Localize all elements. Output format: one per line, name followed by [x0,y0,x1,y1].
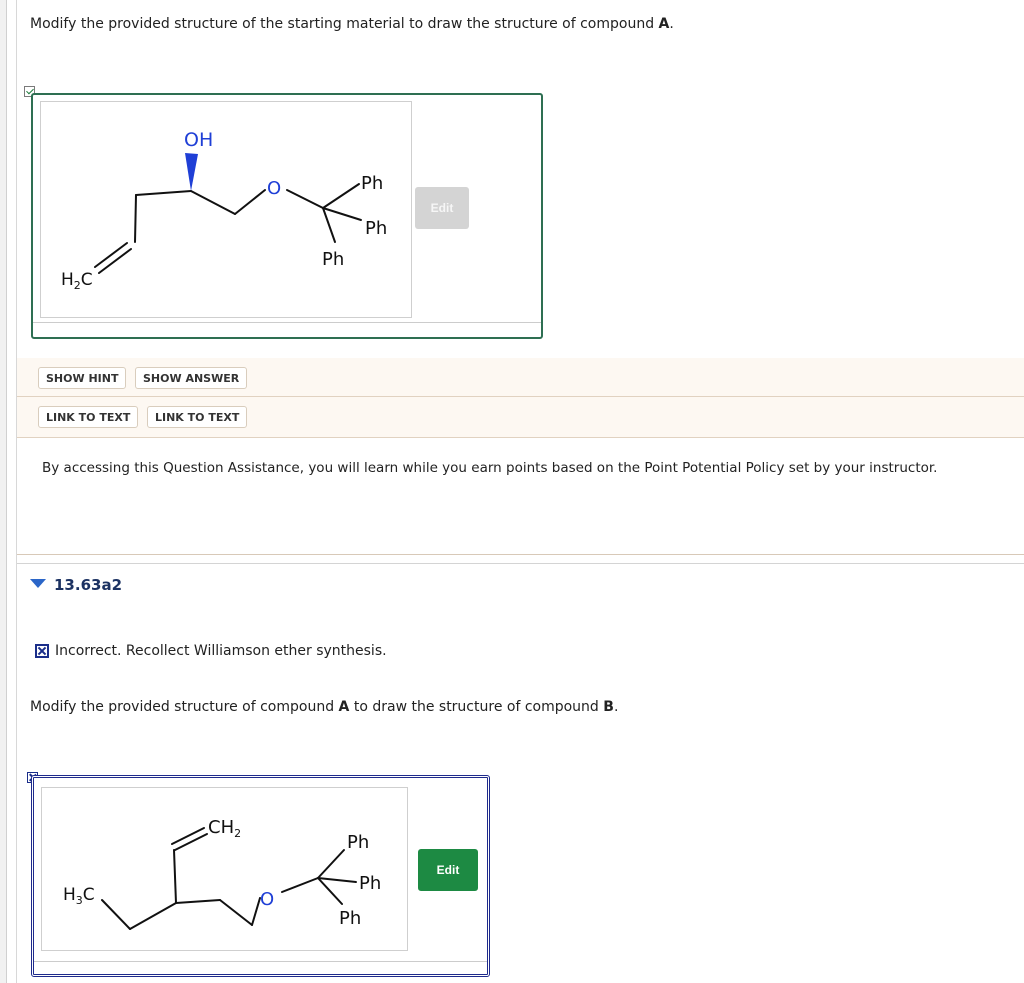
incorrect-x-icon [35,644,49,658]
question2-prompt-mid: to draw the structure of compound [349,699,604,715]
question2-prompt: Modify the provided structure of compoun… [30,699,618,715]
page-left-rail [0,0,7,983]
show-hint-button[interactable]: SHOW HINT [38,367,127,389]
compound-a-label: A [658,16,670,32]
oxygen-label: O [260,889,274,910]
bond-o-c [281,877,319,893]
question1-prompt-end: . [669,16,674,32]
collapse-triangle-icon[interactable] [30,579,46,588]
bond-vinyl-1 [174,833,208,851]
question1-prompt-text: Modify the provided structure of the sta… [30,16,659,32]
bond-c5-o [234,189,266,215]
bond-c4-c5 [190,190,236,215]
question2-prompt-end: . [613,699,619,715]
edit-button-disabled[interactable]: Edit [415,187,469,229]
stereo-wedge [185,153,198,191]
ph-right-label: Ph [365,218,387,239]
feedback-message: Incorrect. Recollect Williamson ether sy… [35,643,387,659]
bond-c-ch2b [175,899,221,904]
show-answer-button[interactable]: SHOW ANSWER [135,367,248,389]
bond-vinyl-c [173,849,177,904]
ph-right-label: Ph [359,873,381,894]
bond-vinyl-2 [171,827,205,845]
answer1-frame-divider [33,322,541,323]
edit-button[interactable]: Edit [418,849,478,891]
bond-c3-c4 [135,190,192,196]
bond-c-ph-right [322,207,362,221]
h3c-label: H3C [63,885,95,907]
link-to-text-button-1[interactable]: LINK TO TEXT [38,406,139,428]
compound-b-label: B [603,699,614,715]
molecule1-structure: OH O Ph Ph Ph H2C [61,129,387,292]
bond-ch2-ch3 [101,899,131,930]
question2-prompt-text: Modify the provided structure of compoun… [30,699,339,715]
assistance-policy-text: By accessing this Question Assistance, y… [42,460,938,476]
ph-top-label: Ph [347,832,369,853]
bond-c-ph-right [317,877,357,883]
bond-c-ph-top [322,183,360,209]
ph-bottom-label: Ph [322,249,344,270]
bond-c-o [251,897,261,926]
section-title: 13.63a2 [54,576,123,594]
feedback-text: Incorrect. Recollect Williamson ether sy… [55,643,387,659]
bond-c-ch2 [129,902,177,930]
ph-bottom-label: Ph [339,908,361,929]
oh-label: OH [184,129,213,151]
question1-prompt: Modify the provided structure of the sta… [30,16,674,32]
answer2-frame-divider [34,961,487,962]
bond-ch2-c [219,899,253,926]
molecule2-canvas[interactable]: CH2 H3C O Ph Ph Ph [41,787,408,951]
bond-c-ph-bottom [322,207,336,243]
bond-c-ph-top [317,849,345,879]
compound-a-ref: A [338,699,350,715]
ch2-label: CH2 [208,817,241,840]
section-divider [17,563,1024,564]
molecule2-structure: CH2 H3C O Ph Ph Ph [63,817,381,930]
oxygen-label: O [267,178,281,199]
bond-c2-c3 [134,194,137,243]
link-to-text-button-2[interactable]: LINK TO TEXT [147,406,248,428]
bond-o-c [286,189,324,209]
section-header[interactable]: 13.63a2 [30,576,122,594]
molecule1-canvas[interactable]: OH O Ph Ph Ph H2C [40,101,412,318]
ph-top-label: Ph [361,173,383,194]
bond-c-ph-bottom [317,877,343,905]
h2c-label: H2C [61,270,93,292]
